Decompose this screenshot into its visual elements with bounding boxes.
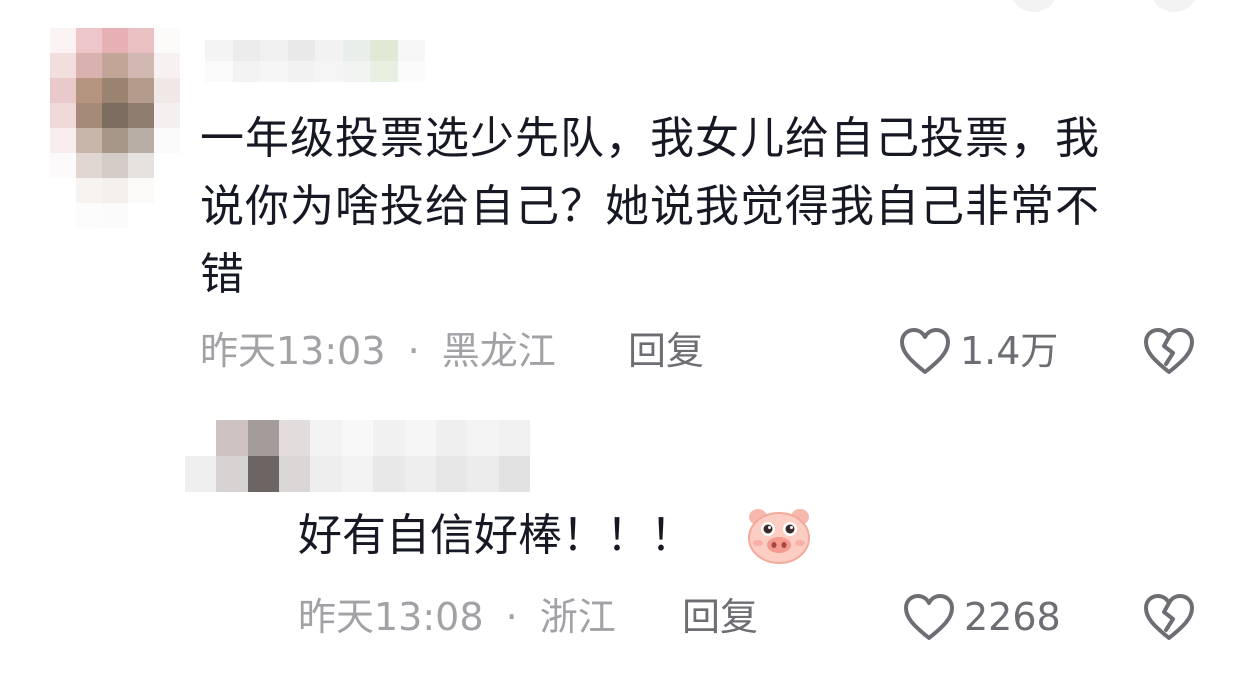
like-count: 1.4万 [960,329,1059,373]
like-button[interactable]: 2268 [902,592,1061,642]
comment-time: 昨天13:03 [200,329,386,373]
comment-text-line: 说你为啥投给自己？她说我觉得我自己非常不 [200,181,1100,232]
heart-outline-icon [900,328,950,374]
broken-heart-icon[interactable] [1142,326,1196,376]
meta-separator: · [407,329,420,373]
avatar-blurred[interactable] [50,28,180,228]
comment-meta: 昨天13:03 · 黑龙江 [200,326,556,376]
reply-button[interactable]: 回复 [628,326,704,376]
heart-outline-icon [904,594,954,640]
comment-text-line: 一年级投票选少先队，我女儿给自己投票，我 [200,113,1100,164]
top-action-circle[interactable] [1010,0,1058,12]
reply-text: 好有自信好棒！！！ [298,510,694,561]
like-button[interactable]: 1.4万 [898,326,1058,376]
username-blurred[interactable] [205,40,425,82]
reply-meta: 昨天13:08 · 浙江 [298,592,616,642]
like-count: 2268 [964,595,1061,639]
meta-separator: · [505,595,518,639]
top-action-circle[interactable] [1150,0,1198,12]
comment-text: 一年级投票选少先队，我女儿给自己投票，我 说你为啥投给自己？她说我觉得我自己非常… [200,105,1210,309]
reply-button[interactable]: 回复 [682,592,758,642]
comment-text-line: 错 [200,249,245,300]
reply-time: 昨天13:08 [298,595,484,639]
reply-avatar-username-blurred[interactable] [185,420,530,492]
broken-heart-icon[interactable] [1142,592,1196,642]
pig-face-emoji [748,509,810,564]
comment-location: 黑龙江 [441,329,556,373]
reply-location: 浙江 [539,595,616,639]
